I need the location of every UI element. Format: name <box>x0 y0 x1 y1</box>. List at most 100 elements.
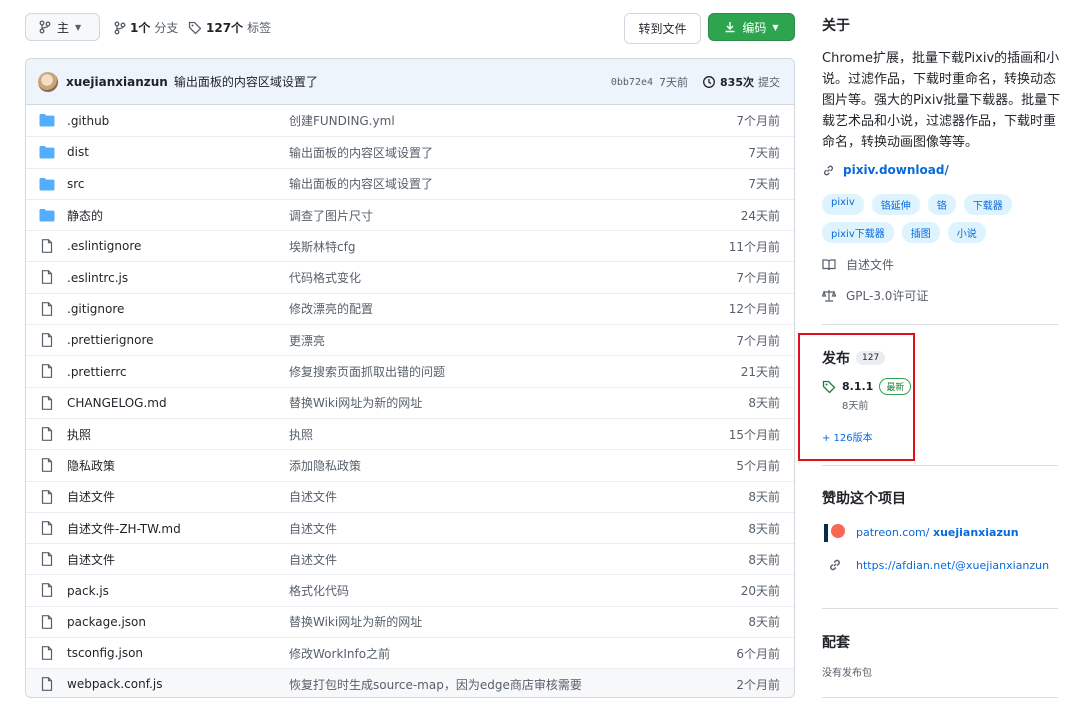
file-commit-message[interactable]: 替换Wiki网址为新的网址 <box>289 613 422 630</box>
file-commit-message[interactable]: 修改WorkInfo之前 <box>289 645 390 662</box>
file-row[interactable]: dist 输出面板的内容区域设置了 7天前 <box>26 136 794 167</box>
file-name-link[interactable]: package.json <box>67 615 146 629</box>
commit-count-word: 提交 <box>758 76 780 89</box>
file-commit-age: 7天前 <box>748 177 780 192</box>
file-name-link[interactable]: 执照 <box>67 426 91 443</box>
topic-tag[interactable]: 下载器 <box>963 194 1012 215</box>
file-commit-message[interactable]: 执照 <box>289 426 313 443</box>
file-row[interactable]: 自述文件 自述文件 8天前 <box>26 480 794 512</box>
file-commit-message[interactable]: 创建FUNDING.yml <box>289 112 395 129</box>
license-label: GPL-3.0许可证 <box>846 289 929 303</box>
highlight-box <box>798 333 915 461</box>
file-icon <box>39 458 55 473</box>
file-commit-message[interactable]: 修改漂亮的配置 <box>289 300 373 317</box>
patreon-link[interactable]: patreon.com/ xuejianxiazun <box>822 522 1019 542</box>
readme-link[interactable]: 自述文件 <box>822 256 894 273</box>
file-row[interactable]: .eslintrc.js 代码格式变化 7个月前 <box>26 261 794 292</box>
file-row[interactable]: tsconfig.json 修改WorkInfo之前 6个月前 <box>26 637 794 668</box>
file-name-link[interactable]: 自述文件-ZH-TW.md <box>67 520 181 537</box>
file-name-link[interactable]: 自述文件 <box>67 551 115 568</box>
divider <box>822 465 1058 466</box>
file-commit-message[interactable]: 格式化代码 <box>289 582 349 599</box>
file-row[interactable]: package.json 替换Wiki网址为新的网址 8天前 <box>26 605 794 637</box>
tags-link[interactable]: 127个 标签 <box>188 19 271 36</box>
link-icon <box>823 165 834 175</box>
afdian-link[interactable]: https://afdian.net/@xuejianxianzun <box>822 558 1049 572</box>
file-row[interactable]: 执照 执照 15个月前 <box>26 417 794 449</box>
history-icon <box>703 76 715 88</box>
file-commit-message[interactable]: 埃斯林特cfg <box>289 238 355 255</box>
topic-tag[interactable]: pixiv <box>822 194 864 215</box>
readme-label: 自述文件 <box>846 258 895 272</box>
file-commit-message[interactable]: 添加隐私政策 <box>289 457 361 474</box>
code-button[interactable]: 编码 ▼ <box>708 13 795 41</box>
file-row[interactable]: 静态的 调查了图片尺寸 24天前 <box>26 198 794 230</box>
file-row[interactable]: .gitignore 修改漂亮的配置 12个月前 <box>26 292 794 324</box>
avatar[interactable] <box>38 71 58 92</box>
file-name-link[interactable]: dist <box>67 145 89 159</box>
branches-link[interactable]: 1个 分支 <box>114 19 178 36</box>
file-row[interactable]: webpack.conf.js 恢复打包时生成source-map，因为edge商… <box>26 668 794 697</box>
file-commit-message[interactable]: 代码格式变化 <box>289 269 361 286</box>
file-commit-message[interactable]: 替换Wiki网址为新的网址 <box>289 394 422 411</box>
commit-message[interactable]: 输出面板的内容区域设置了 <box>174 73 318 90</box>
commit-sha[interactable]: 0bb72e4 <box>611 77 653 88</box>
about-description: Chrome扩展，批量下载Pixiv的插画和小说。过滤作品，下载时重命名，转换动… <box>822 51 1061 150</box>
topic-tag[interactable]: 插图 <box>901 222 940 243</box>
commits-link[interactable]: 835次 提交 <box>702 74 780 90</box>
file-row[interactable]: .github 创建FUNDING.yml 7个月前 <box>26 105 794 136</box>
file-name-link[interactable]: CHANGELOG.md <box>67 396 167 410</box>
file-row[interactable]: .prettierrc 修复搜索页面抓取出错的问题 21天前 <box>26 355 794 386</box>
file-name-link[interactable]: .prettierrc <box>67 365 127 379</box>
topic-tag[interactable]: 铬 <box>927 194 956 215</box>
file-commit-age: 2个月前 <box>736 677 780 692</box>
file-row[interactable]: 隐私政策 添加隐私政策 5个月前 <box>26 449 794 480</box>
file-name-link[interactable]: pack.js <box>67 584 109 598</box>
topic-tag[interactable]: 铬延伸 <box>871 194 920 215</box>
topic-tag[interactable]: pixiv下载器 <box>822 222 894 243</box>
file-name-link[interactable]: .gitignore <box>67 302 124 316</box>
file-row[interactable]: .eslintignore 埃斯林特cfg 11个月前 <box>26 230 794 261</box>
file-commit-message[interactable]: 自述文件 <box>289 488 337 505</box>
file-row[interactable]: src 输出面板的内容区域设置了 7天前 <box>26 167 794 199</box>
file-row[interactable]: 自述文件 自述文件 8天前 <box>26 543 794 574</box>
file-commit-message[interactable]: 调查了图片尺寸 <box>289 207 373 224</box>
file-icon <box>39 301 55 316</box>
file-row[interactable]: 自述文件-ZH-TW.md 自述文件 8天前 <box>26 511 794 543</box>
file-name-link[interactable]: .eslintignore <box>67 239 141 253</box>
file-commit-message[interactable]: 恢复打包时生成source-map，因为edge商店审核需要 <box>289 676 582 693</box>
commit-count: 835次 <box>720 76 754 89</box>
file-name-link[interactable]: tsconfig.json <box>67 646 143 660</box>
file-commit-message[interactable]: 自述文件 <box>289 520 337 537</box>
file-commit-message[interactable]: 输出面板的内容区域设置了 <box>289 175 433 192</box>
no-packages-text: 没有发布包 <box>822 668 872 679</box>
go-to-file-button[interactable]: 转到文件 <box>624 13 701 44</box>
commit-author[interactable]: xuejianxianzun <box>66 75 168 89</box>
file-commit-message[interactable]: 自述文件 <box>289 551 337 568</box>
file-browser: xuejianxianzun 输出面板的内容区域设置了 0bb72e4 7天前 … <box>25 58 795 698</box>
file-row[interactable]: pack.js 格式化代码 20天前 <box>26 574 794 605</box>
branch-select-button[interactable]: 主 ▼ <box>25 13 100 41</box>
file-commit-age: 8天前 <box>748 615 780 630</box>
file-commit-message[interactable]: 输出面板的内容区域设置了 <box>289 144 433 161</box>
file-name-link[interactable]: 静态的 <box>67 207 103 224</box>
git-branch-icon <box>39 20 51 34</box>
website-link[interactable]: pixiv.download/ <box>822 163 949 177</box>
license-link[interactable]: GPL-3.0许可证 <box>822 287 928 304</box>
file-name-link[interactable]: .github <box>67 114 109 128</box>
file-name-link[interactable]: src <box>67 177 85 191</box>
file-name-link[interactable]: .prettierignore <box>67 333 154 347</box>
file-name-link[interactable]: webpack.conf.js <box>67 677 162 691</box>
file-name-link[interactable]: .eslintrc.js <box>67 271 128 285</box>
folder-icon <box>39 208 55 222</box>
file-name-link[interactable]: 隐私政策 <box>67 457 115 474</box>
file-row[interactable]: CHANGELOG.md 替换Wiki网址为新的网址 8天前 <box>26 386 794 418</box>
code-label: 编码 <box>742 20 767 35</box>
file-row[interactable]: .prettierignore 更漂亮 7个月前 <box>26 324 794 355</box>
file-commit-message[interactable]: 更漂亮 <box>289 332 325 349</box>
latest-commit-bar: xuejianxianzun 输出面板的内容区域设置了 0bb72e4 7天前 … <box>26 59 794 105</box>
file-commit-message[interactable]: 修复搜索页面抓取出错的问题 <box>289 363 445 380</box>
file-commit-age: 21天前 <box>740 365 780 380</box>
topic-tag[interactable]: 小说 <box>947 222 986 243</box>
file-name-link[interactable]: 自述文件 <box>67 488 115 505</box>
